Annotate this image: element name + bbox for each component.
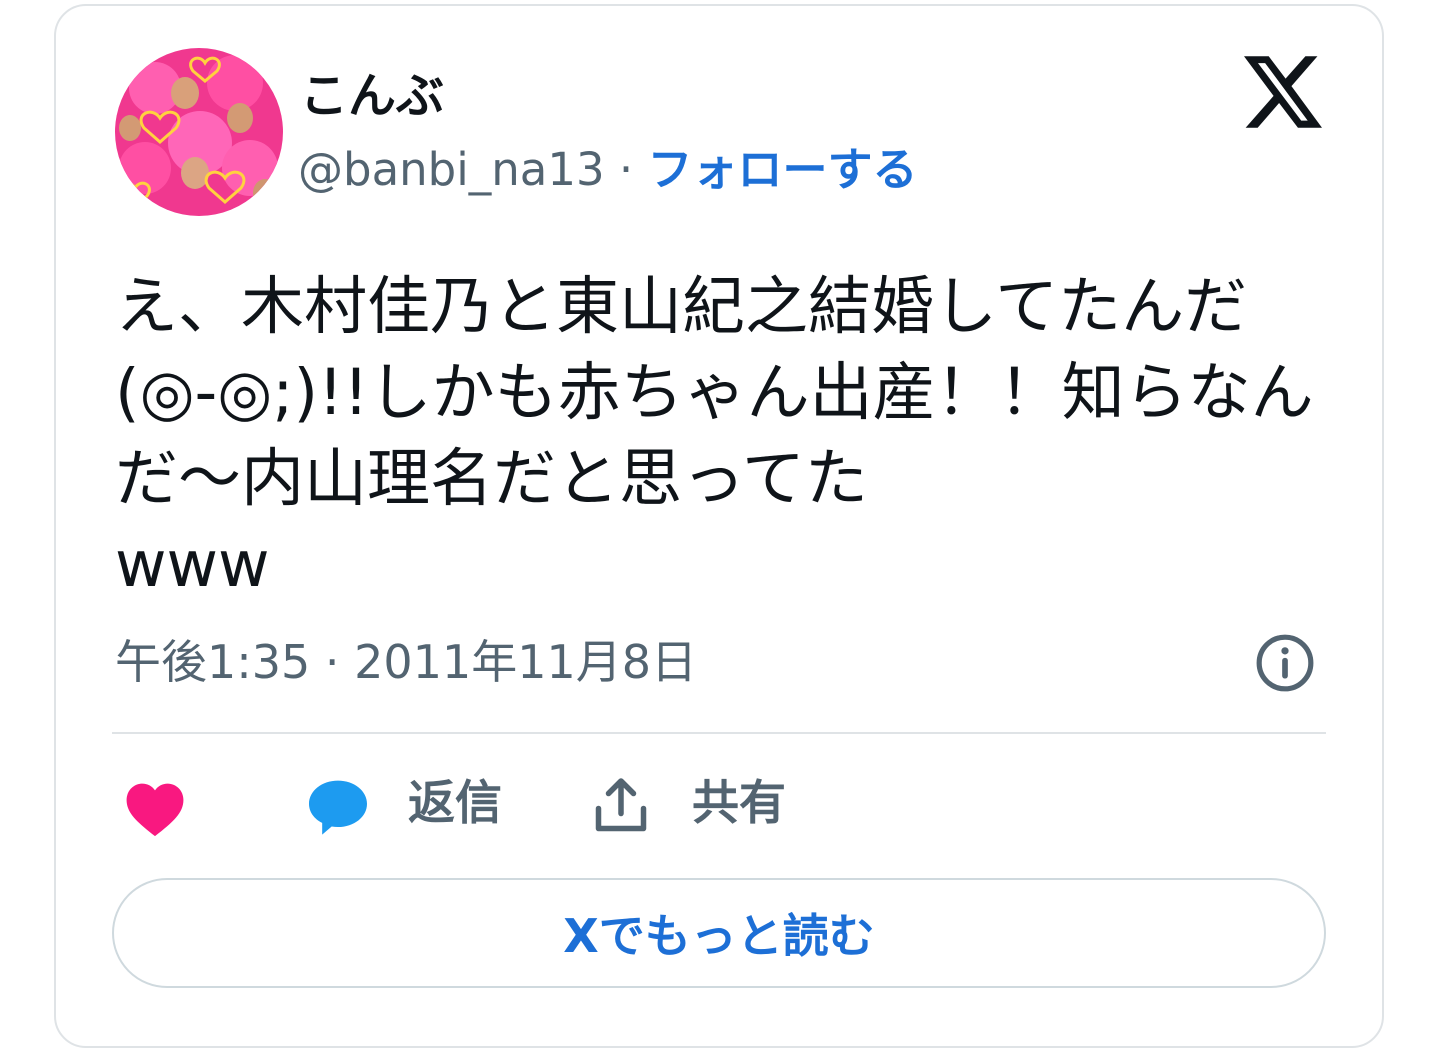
share-icon[interactable]	[590, 776, 652, 836]
follow-button[interactable]: フォローする	[648, 143, 918, 196]
handle[interactable]: @banbi_na13	[298, 143, 605, 196]
x-logo-icon[interactable]	[1244, 56, 1322, 128]
avatar[interactable]	[115, 48, 283, 216]
share-button[interactable]: 共有	[692, 774, 786, 834]
separator: ·	[604, 143, 648, 196]
handle-row: @banbi_na13 · フォローする	[298, 142, 918, 198]
timestamp[interactable]: 午後1:35 · 2011年11月8日	[115, 630, 697, 694]
avatar-image	[115, 48, 283, 216]
display-name[interactable]: こんぶ	[300, 68, 444, 124]
reply-bubble-icon[interactable]	[306, 778, 370, 836]
tweet-text: え、木村佳乃と東山紀之結婚してたんだ(◎-◎;)!!しかも赤ちゃん出産！！知らな…	[115, 270, 1314, 601]
info-icon[interactable]	[1254, 632, 1316, 694]
divider	[112, 732, 1326, 734]
read-more-on-x-button[interactable]: Xでもっと読む	[112, 878, 1326, 988]
reply-button[interactable]: 返信	[408, 774, 502, 834]
heart-icon[interactable]	[124, 780, 186, 838]
